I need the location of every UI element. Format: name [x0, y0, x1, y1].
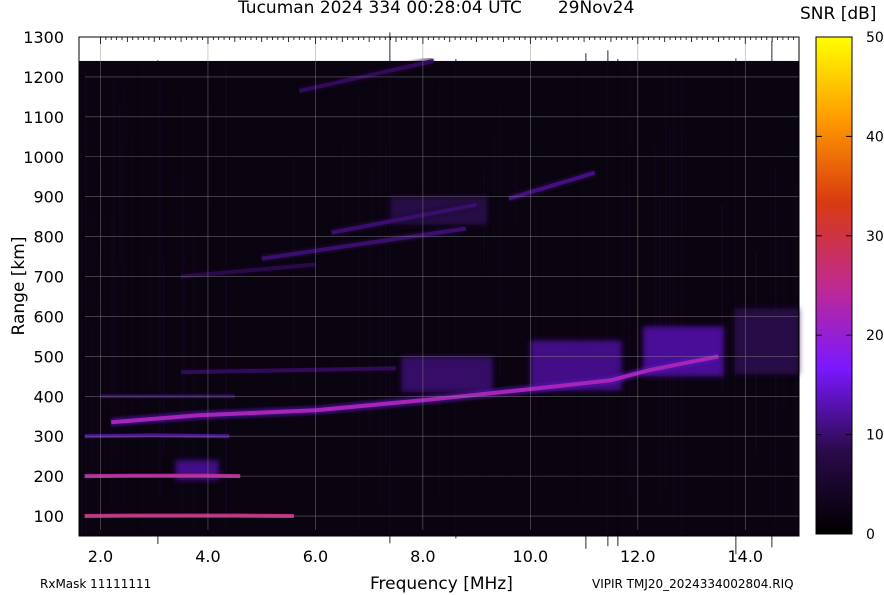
noise-column — [673, 68, 675, 518]
y-tick-label: 600 — [33, 307, 64, 326]
noise-column — [735, 58, 737, 555]
noise-column — [455, 59, 457, 539]
noise-column — [359, 94, 361, 529]
noise-column — [113, 75, 115, 396]
noise-column — [137, 63, 139, 535]
noise-column — [183, 95, 185, 407]
x-tick-label: 10.0 — [513, 547, 549, 566]
y-tick-label: 900 — [33, 188, 64, 207]
noise-column — [681, 72, 683, 536]
noise-column — [121, 144, 123, 321]
noise-column — [653, 127, 655, 468]
noise-column — [515, 152, 517, 223]
noise-column — [525, 232, 527, 443]
noise-column — [105, 78, 107, 477]
noise-column — [617, 59, 619, 546]
y-tick-label: 300 — [33, 427, 64, 446]
noise-column — [631, 150, 633, 361]
noise-column — [371, 165, 373, 226]
noise-column — [685, 131, 687, 247]
colorbar-tick-label: 40 — [866, 129, 884, 145]
noise-column — [585, 53, 587, 549]
noise-column — [97, 299, 99, 515]
y-tick-label: 700 — [33, 268, 64, 287]
colorbar-tick-label: 20 — [866, 328, 884, 344]
noise-column — [161, 82, 163, 505]
x-tick-label: 14.0 — [727, 547, 763, 566]
y-tick-label: 500 — [33, 347, 64, 366]
noise-column — [115, 87, 117, 460]
x-tick-label: 2.0 — [88, 547, 113, 566]
ionogram-chart: 2.0 4.0 6.0 8.0 10.0 12.0 14.01002003004005006… — [23, 28, 884, 566]
noise-column — [577, 67, 579, 502]
colorbar-tick-label: 10 — [866, 428, 884, 444]
noise-column — [117, 284, 119, 523]
noise-column — [213, 106, 215, 209]
noise-column — [379, 83, 381, 508]
noise-column — [89, 72, 91, 490]
y-tick-label: 1300 — [23, 28, 64, 47]
noise-column — [225, 65, 227, 527]
noise-column — [501, 156, 503, 325]
x-tick-label: 6.0 — [303, 547, 328, 566]
noise-column — [173, 170, 175, 214]
y-tick-label: 400 — [33, 387, 64, 406]
echo-patch — [401, 356, 493, 393]
noise-column — [91, 325, 93, 465]
noise-column — [727, 115, 729, 474]
noise-column — [163, 260, 165, 454]
x-tick-label: 12.0 — [620, 547, 656, 566]
x-tick-label: 4.0 — [195, 547, 220, 566]
y-tick-label: 1200 — [23, 68, 64, 87]
colorbar-gradient — [815, 36, 853, 535]
noise-column — [85, 71, 87, 532]
noise-column — [789, 230, 791, 523]
y-tick-label: 1000 — [23, 148, 64, 167]
noise-column — [665, 66, 667, 492]
noise-column — [421, 440, 423, 529]
noise-column — [469, 417, 471, 470]
y-tick-label: 1100 — [23, 108, 64, 127]
noise-column — [499, 108, 501, 378]
noise-column — [787, 142, 789, 432]
noise-column — [123, 86, 125, 509]
noise-column — [293, 158, 295, 390]
noise-column — [641, 89, 643, 501]
echo-patch — [734, 308, 799, 375]
colorbar-tick-label: 50 — [866, 30, 884, 46]
noise-column — [493, 134, 495, 240]
noise-column — [111, 213, 113, 509]
colorbar-tick-label: 30 — [866, 229, 884, 245]
noise-column — [481, 140, 483, 312]
noise-column — [119, 102, 121, 263]
noise-column — [575, 70, 577, 511]
noise-column — [143, 97, 145, 520]
noise-column — [571, 169, 573, 493]
noise-column — [607, 50, 609, 547]
noise-column — [81, 194, 83, 536]
noise-column — [385, 147, 387, 467]
noise-column — [389, 32, 391, 544]
noise-column — [327, 62, 329, 536]
y-tick-label: 800 — [33, 228, 64, 247]
noise-column — [669, 129, 671, 440]
y-tick-label: 200 — [33, 467, 64, 486]
colorbar-tick-label: 0 — [866, 527, 875, 543]
colorbar: 0 10 20 30 40 50 — [815, 30, 884, 543]
noise-column — [135, 254, 137, 527]
noise-column — [629, 61, 631, 501]
noise-column — [633, 334, 635, 530]
x-tick-label: 8.0 — [410, 547, 435, 566]
y-tick-label: 100 — [33, 507, 64, 526]
noise-column — [623, 182, 625, 399]
noise-column — [507, 433, 509, 495]
noise-column — [223, 256, 225, 521]
noise-column — [655, 149, 657, 342]
